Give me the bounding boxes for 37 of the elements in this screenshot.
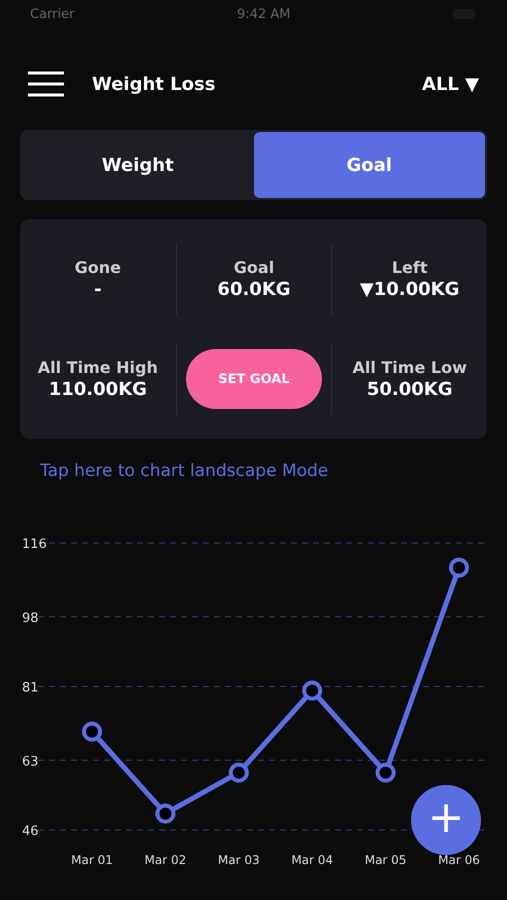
- stat-label: Left: [392, 258, 428, 277]
- segment-tab[interactable]: Weight: [22, 132, 254, 198]
- stat-value: ▼10.00KG: [360, 279, 460, 300]
- stat-label: Gone: [74, 258, 122, 277]
- data-point: [228, 762, 249, 783]
- x-axis-label: Mar 06: [438, 853, 480, 867]
- data-point: [82, 722, 102, 742]
- menu-icon[interactable]: [28, 71, 64, 97]
- data-point: [155, 804, 176, 824]
- stat-label: All Time Low: [352, 358, 467, 377]
- filter-dropdown[interactable]: ALL ▼: [422, 74, 479, 94]
- screen-title: Weight Loss: [92, 74, 216, 94]
- clock-time: 9:42 AM: [237, 6, 290, 22]
- x-axis-label: Mar 01: [71, 853, 113, 867]
- carrier-label: Carrier: [30, 6, 74, 22]
- y-axis-label: 98: [22, 610, 39, 626]
- x-axis-label: Mar 02: [144, 853, 186, 867]
- stat-label: Goal: [234, 258, 274, 277]
- add-button[interactable]: +: [411, 785, 481, 855]
- y-axis-label: 46: [22, 824, 39, 839]
- x-axis-label: Mar 03: [218, 853, 260, 867]
- landscape-mode-link[interactable]: Tap here to chart landscape Mode: [40, 461, 328, 481]
- stat-value: 50.00KG: [366, 379, 452, 400]
- stat-label: All Time High: [38, 358, 158, 377]
- stat-value: 60.0KG: [217, 279, 291, 300]
- data-point: [376, 762, 396, 783]
- data-point: [449, 558, 469, 578]
- stat-value: -: [94, 279, 102, 300]
- stat-value: 110.00KG: [48, 379, 147, 400]
- x-axis-label: Mar 04: [291, 853, 334, 867]
- segment-tab[interactable]: Goal: [254, 132, 485, 198]
- y-axis-label: 81: [22, 680, 39, 696]
- y-axis-label: 63: [22, 754, 39, 770]
- set-goal-button[interactable]: SET GOAL: [186, 349, 322, 409]
- data-point: [302, 680, 322, 701]
- y-axis-label: 116: [22, 537, 47, 552]
- x-axis-label: Mar 05: [364, 853, 406, 867]
